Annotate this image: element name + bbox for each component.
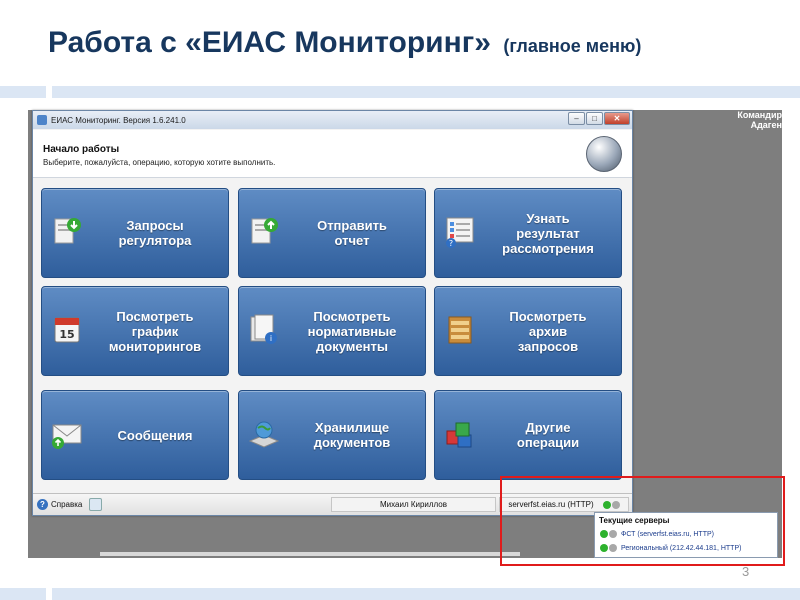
start-header: Начало работы Выберите, пожалуйста, опер… (33, 130, 632, 178)
desktop-corner-line2: Адаген (750, 120, 782, 130)
svg-text:i: i (270, 334, 272, 343)
slide-title: Работа с «ЕИАС Мониторинг» (главное меню… (48, 26, 641, 60)
window-titlebar[interactable]: ЕИАС Мониторинг. Версия 1.6.241.0 – □ ✕ (33, 111, 632, 129)
desktop-corner-labels: Командир Адаген (737, 110, 782, 130)
tile-label: Запросы регулятора (118, 218, 192, 248)
close-icon[interactable]: ✕ (604, 112, 630, 125)
checklist-help-icon: ? (446, 217, 474, 248)
desktop-corner-line1: Командир (737, 110, 782, 120)
tile-label: Хранилище документов (313, 420, 391, 450)
page-number: 3 (742, 564, 750, 579)
tile-label: Посмотреть нормативные документы (307, 308, 397, 354)
tile-monitoring-schedule[interactable]: 15 Посмотреть график мониторингов (41, 286, 229, 376)
help-button[interactable]: ? Справка (37, 499, 82, 510)
tile-review-result[interactable]: ? Узнать результат рассмотрения (434, 188, 622, 278)
decor-bar-top-right (52, 86, 800, 98)
settings-icon[interactable] (89, 498, 102, 511)
svg-text:15: 15 (59, 328, 74, 341)
calendar-icon: 15 (54, 317, 80, 343)
upload-document-icon (251, 218, 278, 244)
cubes-icon (446, 422, 472, 448)
document-info-icon: i (250, 314, 277, 344)
svg-text:?: ? (449, 239, 453, 248)
decor-bar-top (0, 86, 46, 98)
tile-document-storage[interactable]: Хранилище документов (238, 390, 426, 480)
envelope-icon (52, 424, 82, 449)
slide-title-main: Работа с «ЕИАС Мониторинг» (48, 26, 491, 59)
app-icon (37, 115, 47, 125)
header-title: Начало работы (43, 144, 120, 155)
header-subtitle: Выберите, пожалуйста, операцию, которую … (43, 158, 276, 167)
slide-title-sub: (главное меню) (503, 36, 642, 56)
tile-label: Сообщения (117, 427, 193, 443)
download-document-icon (54, 218, 81, 244)
tile-regulator-requests[interactable]: Запросы регулятора (41, 188, 229, 278)
tile-label: Посмотреть график мониторингов (108, 308, 202, 354)
tile-other-operations[interactable]: Другие операции (434, 390, 622, 480)
tile-requests-archive[interactable]: Посмотреть архив запросов (434, 286, 622, 376)
decor-bar-bottom (0, 588, 46, 600)
app-window: ЕИАС Мониторинг. Версия 1.6.241.0 – □ ✕ … (32, 110, 633, 516)
globe-storage-icon (248, 421, 280, 448)
tile-send-report[interactable]: Отправить отчет (238, 188, 426, 278)
decor-bar-bottom-right (52, 588, 800, 600)
tile-messages[interactable]: Сообщения (41, 390, 229, 480)
help-label: Справка (51, 500, 83, 509)
tile-label: Узнать результат рассмотрения (502, 210, 594, 256)
current-user-label: Михаил Кириллов (379, 500, 448, 509)
highlight-box (500, 476, 785, 566)
archive-shelf-icon (448, 316, 472, 344)
tile-regulatory-documents[interactable]: i Посмотреть нормативные документы (238, 286, 426, 376)
window-controls: – □ ✕ (568, 112, 630, 125)
maximize-icon[interactable]: □ (586, 112, 603, 125)
help-icon: ? (37, 499, 48, 510)
globe-network-icon (586, 136, 622, 172)
tile-label: Другие операции (516, 420, 580, 450)
tile-label: Отправить отчет (317, 218, 387, 248)
taskbar-strip (100, 552, 520, 556)
current-user: Михаил Кириллов (331, 497, 496, 512)
window-title: ЕИАС Мониторинг. Версия 1.6.241.0 (51, 115, 186, 125)
minimize-icon[interactable]: – (568, 112, 585, 125)
tile-label: Посмотреть архив запросов (509, 308, 587, 354)
